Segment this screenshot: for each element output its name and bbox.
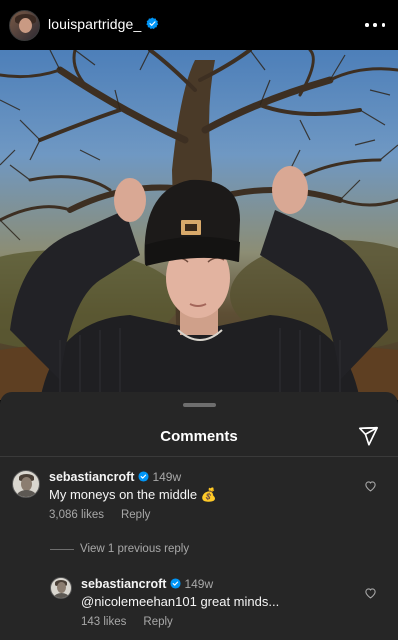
- reply-header: sebastiancroft 149w: [81, 577, 213, 591]
- verified-badge-icon: [146, 17, 159, 30]
- reply-button[interactable]: Reply: [143, 616, 172, 628]
- reply-timestamp: 149w: [184, 577, 214, 591]
- profile-avatar[interactable]: [9, 10, 40, 41]
- view-replies-label: View 1 previous reply: [80, 543, 190, 555]
- post-header: louispartridge_: [0, 0, 398, 50]
- comments-title: Comments: [160, 428, 238, 445]
- verified-badge-icon: [170, 578, 181, 589]
- comment-meta: 3,086 likes Reply: [49, 509, 150, 521]
- replies-line: [50, 548, 74, 550]
- reply-likes[interactable]: 143 likes: [81, 616, 126, 628]
- commenter-avatar[interactable]: [12, 470, 40, 498]
- send-icon[interactable]: [357, 425, 379, 447]
- replier-avatar[interactable]: [50, 577, 72, 599]
- more-options-icon[interactable]: [365, 15, 385, 35]
- verified-badge-icon: [138, 471, 149, 482]
- reply-username[interactable]: sebastiancroft: [81, 577, 166, 591]
- sheet-divider: [0, 456, 398, 457]
- comment-timestamp: 149w: [152, 470, 182, 484]
- comment-username[interactable]: sebastiancroft: [49, 470, 134, 484]
- reply-meta: 143 likes Reply: [81, 616, 173, 628]
- heart-icon[interactable]: [364, 480, 377, 492]
- view-previous-replies[interactable]: View 1 previous reply: [50, 543, 189, 555]
- comment-likes[interactable]: 3,086 likes: [49, 509, 104, 521]
- comment-header: sebastiancroft 149w: [49, 470, 181, 484]
- post-photo-illustration: [0, 50, 398, 400]
- comments-sheet: Comments sebastiancroft 149w My moneys on…: [0, 392, 398, 640]
- reply-button[interactable]: Reply: [121, 509, 150, 521]
- reply-text: @nicolemeehan101 great minds...: [81, 594, 280, 609]
- comment-text: My moneys on the middle 💰: [49, 487, 217, 502]
- profile-username[interactable]: louispartridge_: [48, 16, 141, 32]
- post-image[interactable]: [0, 50, 398, 400]
- sheet-drag-handle[interactable]: [183, 403, 216, 407]
- heart-icon[interactable]: [364, 587, 377, 599]
